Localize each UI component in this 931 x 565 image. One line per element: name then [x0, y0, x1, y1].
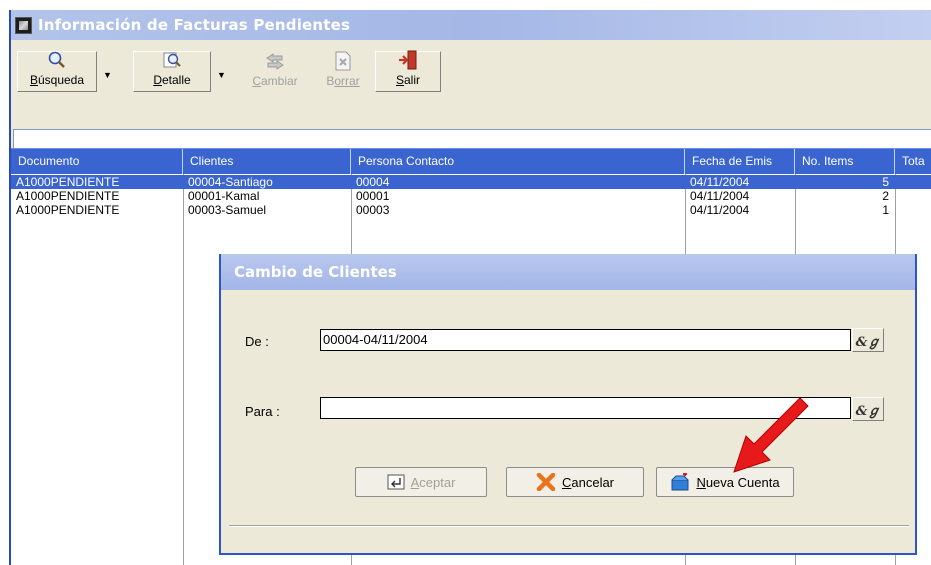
column-divider: [183, 174, 184, 565]
borrar-button[interactable]: Borrar: [313, 51, 373, 92]
exit-door-icon: [397, 50, 419, 70]
dialog-title: Cambio de Clientes: [234, 263, 397, 281]
change-arrows-icon: [264, 51, 286, 71]
window-title: Información de Facturas Pendientes: [38, 16, 351, 34]
enter-icon: [387, 474, 405, 490]
cell-fecha: 04/11/2004: [690, 203, 750, 217]
salir-button[interactable]: Salir: [375, 50, 441, 92]
cambiar-label: ambiar: [260, 74, 298, 88]
detail-magnifier-icon: [161, 50, 183, 70]
busqueda-label: úsqueda: [37, 73, 85, 87]
column-header-items[interactable]: No. Items: [795, 149, 895, 174]
search-input[interactable]: [13, 129, 931, 150]
cell-contacto: 00003: [356, 203, 390, 217]
aceptar-button[interactable]: Aceptar: [355, 467, 487, 497]
column-header-fecha[interactable]: Fecha de Emis: [685, 149, 795, 174]
column-header-total[interactable]: Tota: [895, 149, 931, 174]
lookup-search-icon: &ℊ: [855, 334, 881, 350]
column-header-documento[interactable]: Documento: [11, 149, 183, 174]
column-header-persona-contacto[interactable]: Persona Contacto: [351, 149, 685, 174]
cell-items: 1: [882, 203, 889, 217]
salir-label-mnemonic: S: [395, 73, 404, 87]
red-arrow-annotation: [733, 397, 809, 473]
nueva-cuenta-label-mnemonic: N: [696, 474, 706, 490]
app-icon: [15, 16, 32, 34]
borrar-label: orrar: [334, 74, 360, 88]
grid-header: Documento Clientes Persona Contacto Fech…: [11, 148, 931, 174]
de-lookup-button[interactable]: &ℊ: [852, 328, 884, 352]
cancelar-label: ancelar: [571, 474, 615, 490]
aceptar-label: ceptar: [419, 474, 456, 490]
cell-items: 5: [882, 175, 889, 189]
busqueda-button[interactable]: Búsqueda: [17, 51, 97, 92]
de-label: De :: [245, 334, 269, 349]
cambiar-label-mnemonic: C: [252, 74, 261, 88]
busqueda-label-mnemonic: B: [29, 73, 38, 87]
cell-documento: A1000PENDIENTE: [16, 189, 120, 203]
detalle-label: etalle: [161, 73, 191, 87]
busqueda-dropdown-arrow[interactable]: ▼: [103, 70, 112, 80]
para-lookup-button[interactable]: &ℊ: [852, 397, 884, 421]
cell-fecha: 04/11/2004: [690, 175, 750, 189]
cancel-x-icon: [536, 473, 556, 491]
cambiar-button[interactable]: Cambiar: [239, 51, 311, 92]
aceptar-label-mnemonic: A: [410, 474, 420, 490]
detalle-label-mnemonic: D: [153, 73, 162, 87]
cell-cliente: 00003-Samuel: [188, 203, 267, 217]
column-header-clientes[interactable]: Clientes: [183, 149, 351, 174]
detalle-button[interactable]: Detalle: [133, 51, 211, 92]
cell-cliente: 00004-Santiago: [188, 175, 273, 189]
cancelar-button[interactable]: Cancelar: [506, 467, 644, 497]
detalle-dropdown-arrow[interactable]: ▼: [217, 70, 226, 80]
magnifier-icon: [46, 50, 68, 70]
lookup-search-icon: &ℊ: [855, 403, 881, 419]
table-row[interactable]: A1000PENDIENTE 00001-Kamal 00001 04/11/2…: [11, 189, 931, 203]
salir-label: alir: [404, 73, 421, 87]
para-label: Para :: [245, 404, 280, 419]
cancelar-label-mnemonic: C: [561, 474, 572, 490]
cell-contacto: 00001: [356, 189, 390, 203]
table-row[interactable]: A1000PENDIENTE 00004-Santiago 00004 04/1…: [11, 175, 931, 189]
dialog-titlebar[interactable]: Cambio de Clientes: [221, 254, 915, 290]
cell-contacto: 00004: [356, 175, 390, 189]
de-field[interactable]: 00004-04/11/2004: [320, 329, 851, 351]
cell-cliente: 00001-Kamal: [188, 189, 260, 203]
delete-document-icon: [332, 51, 354, 71]
toolbar: Búsqueda ▼ Detalle ▼ Cambiar Borrar Sali…: [11, 40, 931, 150]
table-row[interactable]: A1000PENDIENTE 00003-Samuel 00003 04/11/…: [11, 203, 931, 217]
cell-documento: A1000PENDIENTE: [16, 203, 120, 217]
new-account-icon: [670, 473, 690, 491]
dialog-divider: [229, 525, 909, 527]
window-titlebar[interactable]: Información de Facturas Pendientes: [11, 10, 931, 40]
cell-items: 2: [882, 189, 889, 203]
cell-fecha: 04/11/2004: [690, 189, 750, 203]
cell-documento: A1000PENDIENTE: [16, 175, 120, 189]
